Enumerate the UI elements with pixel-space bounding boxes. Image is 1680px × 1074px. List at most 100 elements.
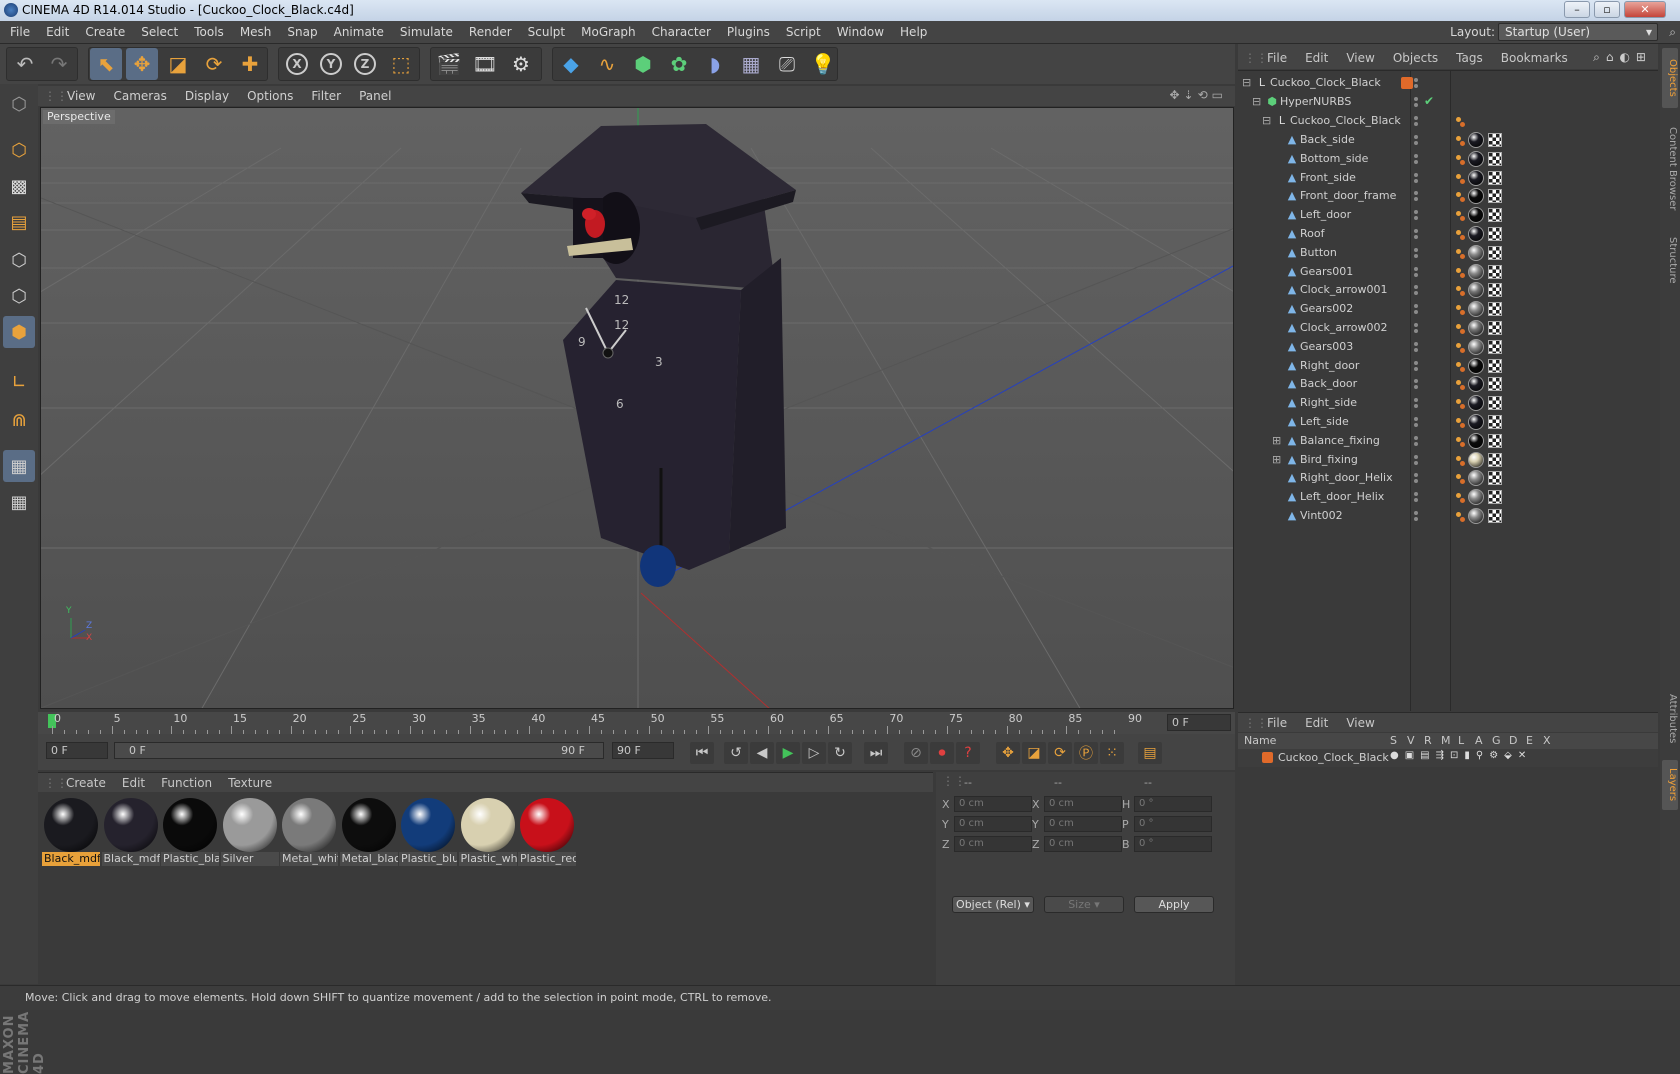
uvw-tag-icon[interactable] (1488, 227, 1502, 241)
phong-tag-icon[interactable] (1456, 322, 1466, 334)
viewport-menu-cameras[interactable]: Cameras (104, 86, 175, 106)
material-tag-icon[interactable] (1468, 338, 1484, 355)
uvw-tag-icon[interactable] (1488, 471, 1502, 486)
move-tool-icon[interactable]: ✥ (126, 48, 158, 80)
snap-icon[interactable]: ⋒ (3, 404, 35, 436)
uvw-tag-icon[interactable] (1488, 396, 1502, 411)
spline-icon[interactable]: ∿ (591, 48, 623, 80)
uvw-tag-icon[interactable] (1488, 358, 1502, 373)
material-menu-texture[interactable]: Texture (220, 773, 280, 793)
3d-viewport[interactable]: 12 3 6 9 12 Perspective Y Z X (40, 107, 1234, 709)
menu-tools[interactable]: Tools (186, 21, 232, 44)
material-tag-icon[interactable] (1468, 132, 1484, 148)
object-row[interactable]: ⊞ ▲ Balance_fixing (1238, 431, 1658, 451)
uvw-tag-icon[interactable] (1488, 377, 1502, 392)
phong-tag-icon[interactable] (1456, 303, 1466, 316)
expand-icon[interactable]: ⊞ (1272, 453, 1281, 466)
phong-tag-icon[interactable] (1456, 228, 1466, 240)
menu-select[interactable]: Select (133, 21, 186, 44)
menu-character[interactable]: Character (644, 21, 719, 44)
coord-value-field[interactable]: 0 cm (1044, 836, 1122, 852)
menu-render[interactable]: Render (461, 21, 520, 44)
goto-end-icon[interactable]: ⏭ (864, 742, 888, 764)
menu-edit[interactable]: Edit (38, 21, 77, 44)
visibility-dots[interactable] (1413, 135, 1419, 145)
key-rotation-icon[interactable]: ⟳ (1048, 742, 1072, 764)
object-row[interactable]: ▲ Right_door_Helix (1238, 468, 1658, 488)
material-tag-icon[interactable] (1468, 188, 1484, 205)
menu-window[interactable]: Window (829, 21, 892, 44)
menu-mesh[interactable]: Mesh (232, 21, 280, 44)
material-tag-icon[interactable] (1468, 263, 1484, 280)
visibility-dots[interactable] (1413, 172, 1419, 183)
material-swatch[interactable]: Silver (220, 796, 279, 870)
material-tag-icon[interactable] (1468, 207, 1484, 224)
coord-value-field[interactable]: 0 cm (1044, 816, 1122, 832)
objects-menu-view[interactable]: View (1337, 47, 1383, 69)
layer-column-r[interactable]: R (1424, 734, 1432, 747)
uvw-tag-icon[interactable] (1488, 339, 1502, 354)
visibility-dots[interactable] (1413, 191, 1419, 202)
phong-tag-icon[interactable] (1456, 416, 1466, 428)
auto-key-icon[interactable]: ⏺ (930, 742, 954, 764)
layer-column-d[interactable]: D (1509, 734, 1517, 747)
visibility-dots[interactable] (1413, 266, 1419, 277)
visibility-dots[interactable] (1413, 229, 1419, 239)
frame-range-slider[interactable]: 0 F 90 F (114, 742, 604, 759)
keyframe-selection-icon[interactable]: ? (956, 742, 980, 764)
viewport-menu-view[interactable]: View (58, 86, 104, 106)
uvw-tag-icon[interactable] (1488, 264, 1502, 279)
material-menu-create[interactable]: Create (58, 773, 114, 793)
record-keys-icon[interactable]: ⊘ (904, 742, 928, 764)
menu-help[interactable]: Help (892, 21, 935, 44)
material-tag-icon[interactable] (1468, 169, 1484, 186)
prev-key-icon[interactable]: ↺ (724, 742, 748, 764)
material-tag-icon[interactable] (1468, 376, 1484, 393)
enabled-check-icon[interactable]: ✔ (1424, 94, 1434, 108)
layer-row[interactable]: Cuckoo_Clock_Black ●▣▤⇶⊡▮⚲⚙⬙✕ (1238, 749, 1658, 767)
object-row[interactable]: ▲ Front_door_frame (1238, 186, 1658, 206)
object-row-hypernurbs[interactable]: ⊟ ⬢ HyperNURBS ✔ (1238, 92, 1658, 112)
redo-icon[interactable]: ↷ (43, 48, 75, 80)
object-row[interactable]: ▲ Roof (1238, 224, 1658, 244)
layers-menu-file[interactable]: File (1258, 713, 1296, 733)
object-row[interactable]: ▲ Button (1238, 243, 1658, 263)
menu-script[interactable]: Script (778, 21, 829, 44)
object-row-group[interactable]: ⊟ L Cuckoo_Clock_Black (1238, 111, 1658, 131)
phong-tag-icon[interactable] (1456, 134, 1466, 146)
object-row[interactable]: ▲ Gears003 (1238, 337, 1658, 357)
visibility-dots[interactable] (1413, 360, 1419, 371)
coord-value-field[interactable]: 0 ° (1134, 816, 1212, 832)
points-mode-icon[interactable]: ⬡ (3, 244, 35, 276)
object-row[interactable]: ▲ Right_door (1238, 356, 1658, 376)
menu-file[interactable]: File (2, 21, 38, 44)
phong-tag-icon[interactable] (1456, 435, 1466, 447)
size-mode-dropdown[interactable]: Size ▾ (1044, 896, 1124, 913)
material-swatch[interactable]: Black_mdfC (42, 796, 100, 870)
uvw-tag-icon[interactable] (1488, 189, 1502, 204)
object-row[interactable]: ▲ Back_side (1238, 130, 1658, 150)
material-tag-icon[interactable] (1468, 451, 1484, 468)
objects-menu-file[interactable]: File (1258, 47, 1296, 69)
layer-column-l[interactable]: L (1458, 734, 1464, 747)
visibility-dots[interactable] (1413, 473, 1419, 484)
material-tag-icon[interactable] (1468, 320, 1484, 336)
material-menu-function[interactable]: Function (153, 773, 220, 793)
x-axis-lock-icon[interactable]: X (281, 48, 313, 80)
axis-mode-icon[interactable]: ∟ (3, 366, 35, 398)
edges-mode-icon[interactable]: ⬡ (3, 280, 35, 312)
goto-start-icon[interactable]: ⏮ (690, 742, 714, 764)
next-key-icon[interactable]: ↻ (828, 742, 852, 764)
menu-create[interactable]: Create (77, 21, 133, 44)
render-picture-viewer-icon[interactable]: 🎞 (469, 48, 501, 80)
object-row[interactable]: ⊞ ▲ Bird_fixing (1238, 450, 1658, 470)
menu-mograph[interactable]: MoGraph (573, 21, 644, 44)
tab-layers[interactable]: Layers (1662, 760, 1678, 810)
objects-menu-bookmarks[interactable]: Bookmarks (1492, 47, 1577, 69)
live-selection-icon[interactable]: ⬉ (90, 48, 122, 80)
material-menu-edit[interactable]: Edit (114, 773, 153, 793)
layer-column-s[interactable]: S (1390, 734, 1397, 747)
visibility-dots[interactable] (1413, 492, 1419, 503)
material-swatch[interactable]: Metal_blac (339, 796, 398, 870)
phong-tag-icon[interactable] (1456, 454, 1466, 466)
